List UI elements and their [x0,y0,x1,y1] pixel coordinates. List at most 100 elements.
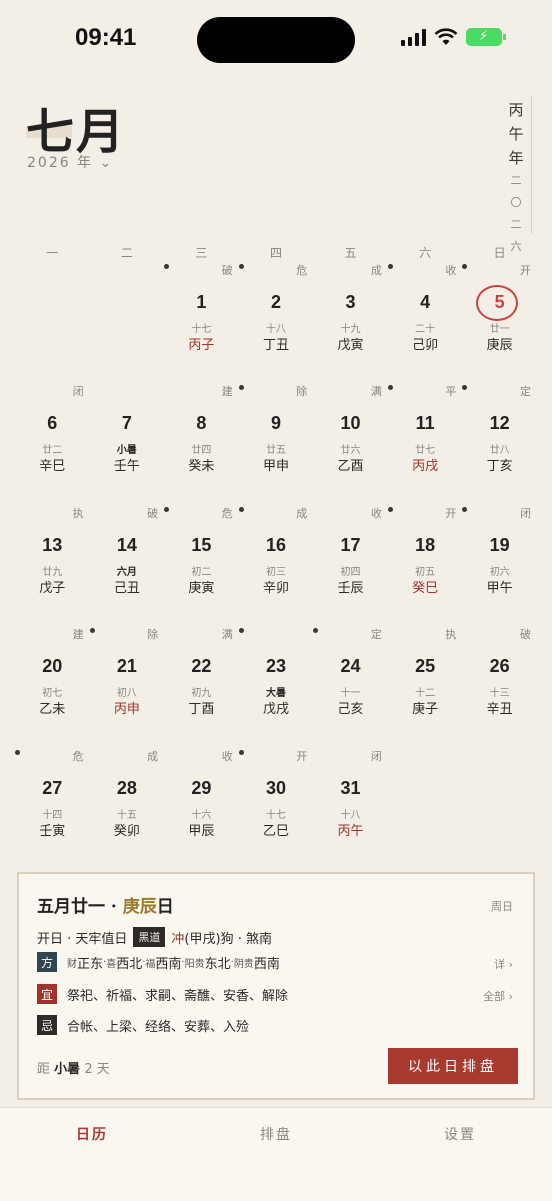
countdown-prefix: 距 [37,1062,51,1077]
lunar-day: 初九 [191,688,212,700]
day-officer: 成 [147,749,159,763]
day-cell[interactable]: 开 18 初五 癸巳 [387,505,463,626]
lunar-day: 初四 [340,566,361,578]
marker-dot [164,506,170,512]
day-ganzhi: 庚寅 [188,580,215,596]
day-cell[interactable]: 成 3 十九 戊寅 [313,262,388,383]
day-officer: 开 [519,264,531,277]
day-ganzhi: 己卯 [412,338,439,353]
day-cell[interactable]: 执 25 十二 庚子 [388,626,463,747]
day-suffix: 日 [156,897,174,917]
day-cell[interactable]: 危 15 初二 庚寅 [164,505,239,626]
day-cell[interactable]: 成 28 十五 癸卯 [90,748,165,869]
vertical-ganzhi-year: 丙午年二〇二六 [505,98,527,258]
day-number: 3 [345,292,356,312]
day-cell[interactable]: 7 小暑 壬午 [90,383,165,504]
inauspicious-row: 忌 合帐、上梁、经络、安葬、入殓 [37,1015,249,1035]
marker-dot [89,628,95,634]
marker-dot [238,628,244,634]
day-officer: 除 [296,385,308,399]
inauspicious-icon: 忌 [37,1015,57,1035]
day-cell[interactable]: 建 8 廿四 癸未 [164,383,239,504]
day-cell[interactable]: 收 17 初四 壬辰 [313,505,388,626]
marker-dot [387,506,393,512]
day-cell[interactable]: 定 24 十一 己亥 [313,626,388,747]
day-cell[interactable]: 满 10 廿六 乙酉 [313,383,388,504]
day-cell[interactable]: 满 22 初九 丁酉 [164,626,239,747]
marker-dot [462,264,468,269]
day-cell[interactable]: 闭 6 廿二 辛巳 [15,383,90,504]
day-number: 21 [116,656,137,677]
tab-2[interactable]: 设置 [368,1108,552,1201]
day-cell[interactable]: 破 14 六月 己丑 [90,505,165,626]
day-officer: 建 [72,628,84,642]
day-cell[interactable]: 建 20 初七 乙未 [15,626,90,747]
tab-1[interactable]: 排盘 [184,1108,368,1201]
day-cell[interactable]: 收 29 十六 甲辰 [164,748,239,869]
day-ganzhi: 庚子 [412,702,439,718]
day-ganzhi: 丁丑 [262,338,289,353]
day-cell[interactable]: 23 大暑 戊戌 [238,626,314,747]
weekday-label: 日 [493,246,506,260]
day-cell[interactable]: 破 1 十七 丙子 [164,262,239,383]
lunar-day: 小暑 [116,445,137,457]
countdown-term: 小暑 [54,1062,81,1077]
status-icons: ⚡ [401,28,506,46]
day-number: 31 [340,777,361,798]
lunar-day: 大暑 [265,688,286,700]
lunar-day: 十八 [340,809,361,821]
day-cell[interactable]: 开 30 十七 乙巳 [238,748,314,869]
weekday-label: 周日 [491,900,513,913]
day-cell[interactable]: 开 5 廿一 庚辰 [462,262,537,383]
direction-value: 西南 [253,956,280,972]
day-ganzhi: 丙申 [113,702,140,718]
day-cell[interactable]: 收 4 二十 己卯 [387,262,463,383]
marker-dot [238,264,244,269]
day-cell[interactable]: 闭 19 初六 甲午 [462,505,537,626]
directions-detail-link[interactable]: 详 › [494,956,513,972]
day-cell[interactable]: 破 26 十三 辛丑 [462,626,537,747]
day-ganzhi: 癸巳 [412,580,439,596]
lunar-day: 廿九 [42,566,63,578]
chart-this-day-button[interactable]: 以此日排盘 [388,1048,518,1084]
day-number: 14 [116,534,137,555]
direction-value: 东北 [204,956,231,972]
day-cell[interactable]: 闭 31 十八 丙午 [313,748,388,869]
day-cell[interactable]: 危 27 十四 壬寅 [15,748,90,869]
lunar-day: 廿二 [42,445,63,457]
day-ganzhi: 戊寅 [337,338,364,353]
tab-0[interactable]: 日历 [0,1108,184,1201]
marker-dot [387,385,393,391]
day-officer: 建 [221,385,233,399]
day-cell[interactable]: 成 16 初三 辛卯 [238,505,314,626]
clash-label: 冲 [171,931,185,947]
lunar-day: 二十 [415,324,436,335]
day-ganzhi: 辛卯 [262,580,289,596]
direction-key: 阴贵 [233,958,254,970]
auspicious-all-link[interactable]: 全部 › [483,988,513,1004]
day-ganzhi: 甲辰 [188,823,215,839]
lunar-day: 初八 [116,688,137,700]
day-number: 4 [420,292,431,312]
day-ganzhi: 辛丑 [486,702,513,718]
day-number: 25 [415,656,436,677]
day-number: 1 [196,292,207,312]
lunar-day: 十九 [340,324,361,335]
weekday-label: 四 [269,246,282,260]
solar-term-countdown: 距 小暑 2 天 [37,1058,110,1077]
day-cell[interactable]: 除 9 廿五 甲申 [238,383,314,504]
day-officer: 满 [370,385,382,399]
day-cell[interactable]: 执 13 廿九 戊子 [15,505,90,626]
weekday-label: 五 [344,246,357,260]
vertical-divider [531,96,532,234]
day-number: 22 [191,656,212,677]
day-cell[interactable]: 定 12 廿八 丁亥 [462,383,537,504]
day-ganzhi: 戊戌 [262,702,289,718]
year-selector[interactable]: 2026 年 ⌄ [27,152,113,172]
day-cell[interactable]: 危 2 十八 丁丑 [238,262,314,383]
day-cell[interactable]: 平 11 廿七 丙戌 [387,383,463,504]
marker-dot [164,264,170,269]
marker-dot [462,506,468,512]
day-cell[interactable]: 除 21 初八 丙申 [89,626,165,747]
day-number: 29 [191,777,212,798]
